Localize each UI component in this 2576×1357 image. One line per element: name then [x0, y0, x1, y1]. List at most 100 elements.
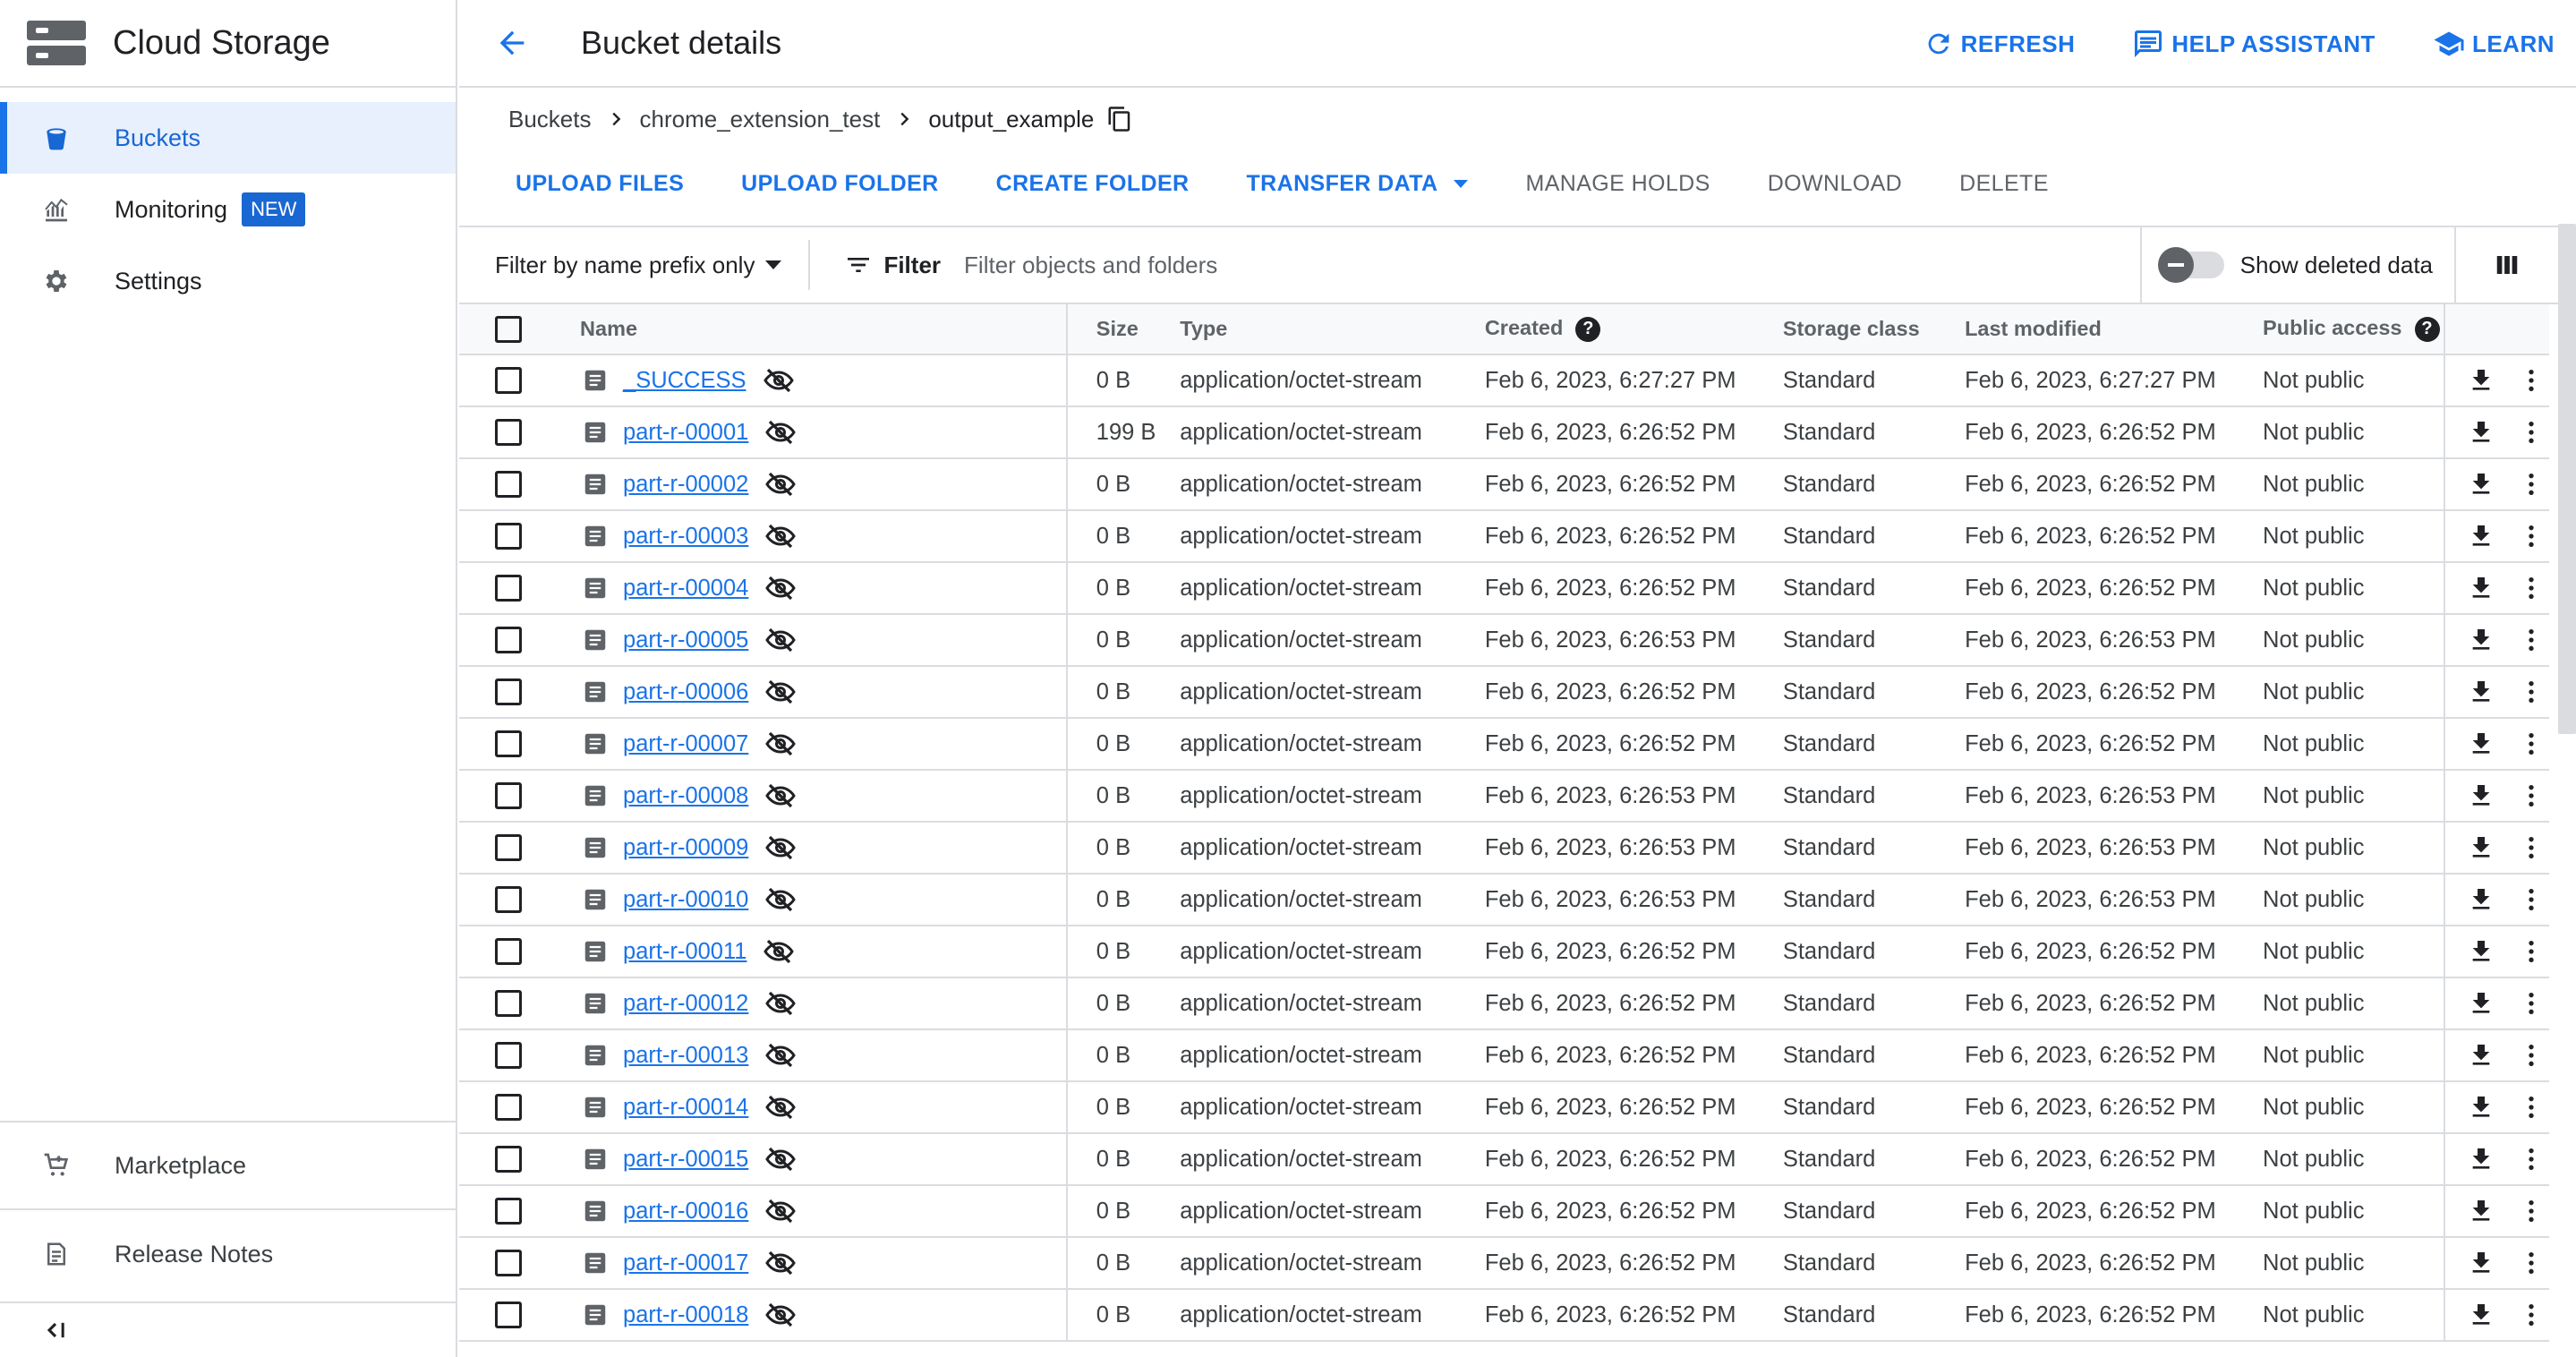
table-row[interactable]: part-r-00011 0 B application/octet-strea… [459, 926, 2549, 978]
toggle-switch[interactable] [2157, 247, 2224, 283]
more-vert-icon[interactable] [2517, 833, 2546, 862]
download-icon[interactable] [2467, 470, 2495, 499]
more-vert-icon[interactable] [2517, 1041, 2546, 1070]
object-name-link[interactable]: part-r-00004 [623, 576, 748, 602]
table-row[interactable]: part-r-00004 0 B application/octet-strea… [459, 562, 2549, 615]
download-icon[interactable] [2467, 522, 2495, 550]
row-checkbox[interactable] [495, 1302, 522, 1328]
row-checkbox[interactable] [495, 1094, 522, 1121]
more-vert-icon[interactable] [2517, 1197, 2546, 1225]
table-row[interactable]: part-r-00012 0 B application/octet-strea… [459, 977, 2549, 1030]
object-name-link[interactable]: part-r-00018 [623, 1302, 748, 1328]
object-name-link[interactable]: part-r-00003 [623, 524, 748, 550]
more-vert-icon[interactable] [2517, 522, 2546, 550]
download-icon[interactable] [2467, 1301, 2495, 1329]
table-row[interactable]: part-r-00008 0 B application/octet-strea… [459, 770, 2549, 823]
sidebar-collapse[interactable] [0, 1302, 457, 1357]
more-vert-icon[interactable] [2517, 418, 2546, 447]
row-checkbox[interactable] [495, 1198, 522, 1225]
help-assistant-button[interactable]: HELP ASSISTANT [2132, 28, 2376, 60]
sidebar-item-buckets[interactable]: Buckets [0, 102, 456, 174]
object-name-link[interactable]: part-r-00009 [623, 835, 748, 861]
filter-button[interactable]: Filter [844, 251, 941, 279]
more-vert-icon[interactable] [2517, 1249, 2546, 1277]
column-display-button[interactable] [2454, 227, 2558, 303]
download-icon[interactable] [2467, 1093, 2495, 1122]
object-name-link[interactable]: part-r-00012 [623, 991, 748, 1017]
download-icon[interactable] [2467, 1197, 2495, 1225]
object-name-link[interactable]: part-r-00011 [623, 939, 746, 965]
object-name-link[interactable]: part-r-00015 [623, 1147, 748, 1173]
object-name-link[interactable]: part-r-00010 [623, 887, 748, 913]
table-row[interactable]: part-r-00016 0 B application/octet-strea… [459, 1185, 2549, 1238]
more-vert-icon[interactable] [2517, 574, 2546, 602]
learn-button[interactable]: LEARN [2433, 28, 2555, 60]
download-icon[interactable] [2467, 418, 2495, 447]
show-deleted-toggle[interactable]: Show deleted data [2139, 227, 2433, 303]
row-checkbox[interactable] [495, 1250, 522, 1276]
table-row[interactable]: part-r-00007 0 B application/octet-strea… [459, 718, 2549, 771]
download-button[interactable]: DOWNLOAD [1768, 171, 1902, 197]
copy-icon[interactable] [1106, 106, 1133, 132]
row-checkbox[interactable] [495, 938, 522, 965]
col-type[interactable]: Type [1180, 304, 1485, 355]
object-name-link[interactable]: part-r-00002 [623, 472, 748, 498]
download-icon[interactable] [2467, 937, 2495, 966]
table-row[interactable]: part-r-00015 0 B application/octet-strea… [459, 1133, 2549, 1186]
download-icon[interactable] [2467, 574, 2495, 602]
row-checkbox[interactable] [495, 990, 522, 1017]
col-created[interactable]: Created? [1484, 304, 1783, 355]
more-vert-icon[interactable] [2517, 885, 2546, 914]
more-vert-icon[interactable] [2517, 1093, 2546, 1122]
help-icon[interactable]: ? [1575, 316, 1601, 342]
row-checkbox[interactable] [495, 471, 522, 498]
object-name-link[interactable]: part-r-00014 [623, 1095, 748, 1121]
table-row[interactable]: part-r-00003 0 B application/octet-strea… [459, 510, 2549, 563]
download-icon[interactable] [2467, 626, 2495, 654]
scrollbar[interactable] [2558, 224, 2576, 734]
row-checkbox[interactable] [495, 886, 522, 913]
download-icon[interactable] [2467, 989, 2495, 1018]
manage-holds-button[interactable]: MANAGE HOLDS [1525, 171, 1710, 197]
row-checkbox[interactable] [495, 730, 522, 757]
delete-button[interactable]: DELETE [1959, 171, 2049, 197]
back-button[interactable] [490, 21, 534, 65]
upload-folder-button[interactable]: UPLOAD FOLDER [741, 171, 938, 197]
download-icon[interactable] [2467, 730, 2495, 758]
table-row[interactable]: part-r-00002 0 B application/octet-strea… [459, 458, 2549, 511]
more-vert-icon[interactable] [2517, 470, 2546, 499]
table-row[interactable]: part-r-00017 0 B application/octet-strea… [459, 1237, 2549, 1290]
more-vert-icon[interactable] [2517, 989, 2546, 1018]
table-row[interactable]: part-r-00005 0 B application/octet-strea… [459, 614, 2549, 667]
filter-input[interactable] [964, 251, 1949, 279]
row-checkbox[interactable] [495, 575, 522, 602]
transfer-data-button[interactable]: TRANSFER DATA [1246, 171, 1469, 197]
more-vert-icon[interactable] [2517, 937, 2546, 966]
col-storage-class[interactable]: Storage class [1782, 304, 1966, 355]
row-checkbox[interactable] [495, 834, 522, 861]
table-row[interactable]: part-r-00006 0 B application/octet-strea… [459, 666, 2549, 719]
more-vert-icon[interactable] [2517, 1145, 2546, 1174]
row-checkbox[interactable] [495, 627, 522, 653]
download-icon[interactable] [2467, 1145, 2495, 1174]
more-vert-icon[interactable] [2517, 1301, 2546, 1329]
breadcrumb-buckets[interactable]: Buckets [508, 106, 592, 133]
download-icon[interactable] [2467, 1249, 2495, 1277]
table-row[interactable]: _SUCCESS 0 B application/octet-stream Fe… [459, 354, 2549, 407]
col-name[interactable]: Name [555, 304, 1068, 355]
filter-type-select[interactable]: Filter by name prefix only [495, 240, 811, 290]
sidebar-item-release-notes[interactable]: Release Notes [0, 1210, 457, 1298]
download-icon[interactable] [2467, 833, 2495, 862]
row-checkbox[interactable] [495, 523, 522, 550]
object-name-link[interactable]: part-r-00001 [623, 420, 748, 446]
more-vert-icon[interactable] [2517, 366, 2546, 395]
table-row[interactable]: part-r-00009 0 B application/octet-strea… [459, 822, 2549, 875]
row-checkbox[interactable] [495, 1042, 522, 1069]
col-public-access[interactable]: Public access? [2263, 304, 2446, 355]
table-row[interactable]: part-r-00001 199 B application/octet-str… [459, 406, 2549, 459]
row-checkbox[interactable] [495, 367, 522, 394]
more-vert-icon[interactable] [2517, 730, 2546, 758]
more-vert-icon[interactable] [2517, 626, 2546, 654]
object-name-link[interactable]: part-r-00007 [623, 731, 748, 757]
download-icon[interactable] [2467, 885, 2495, 914]
